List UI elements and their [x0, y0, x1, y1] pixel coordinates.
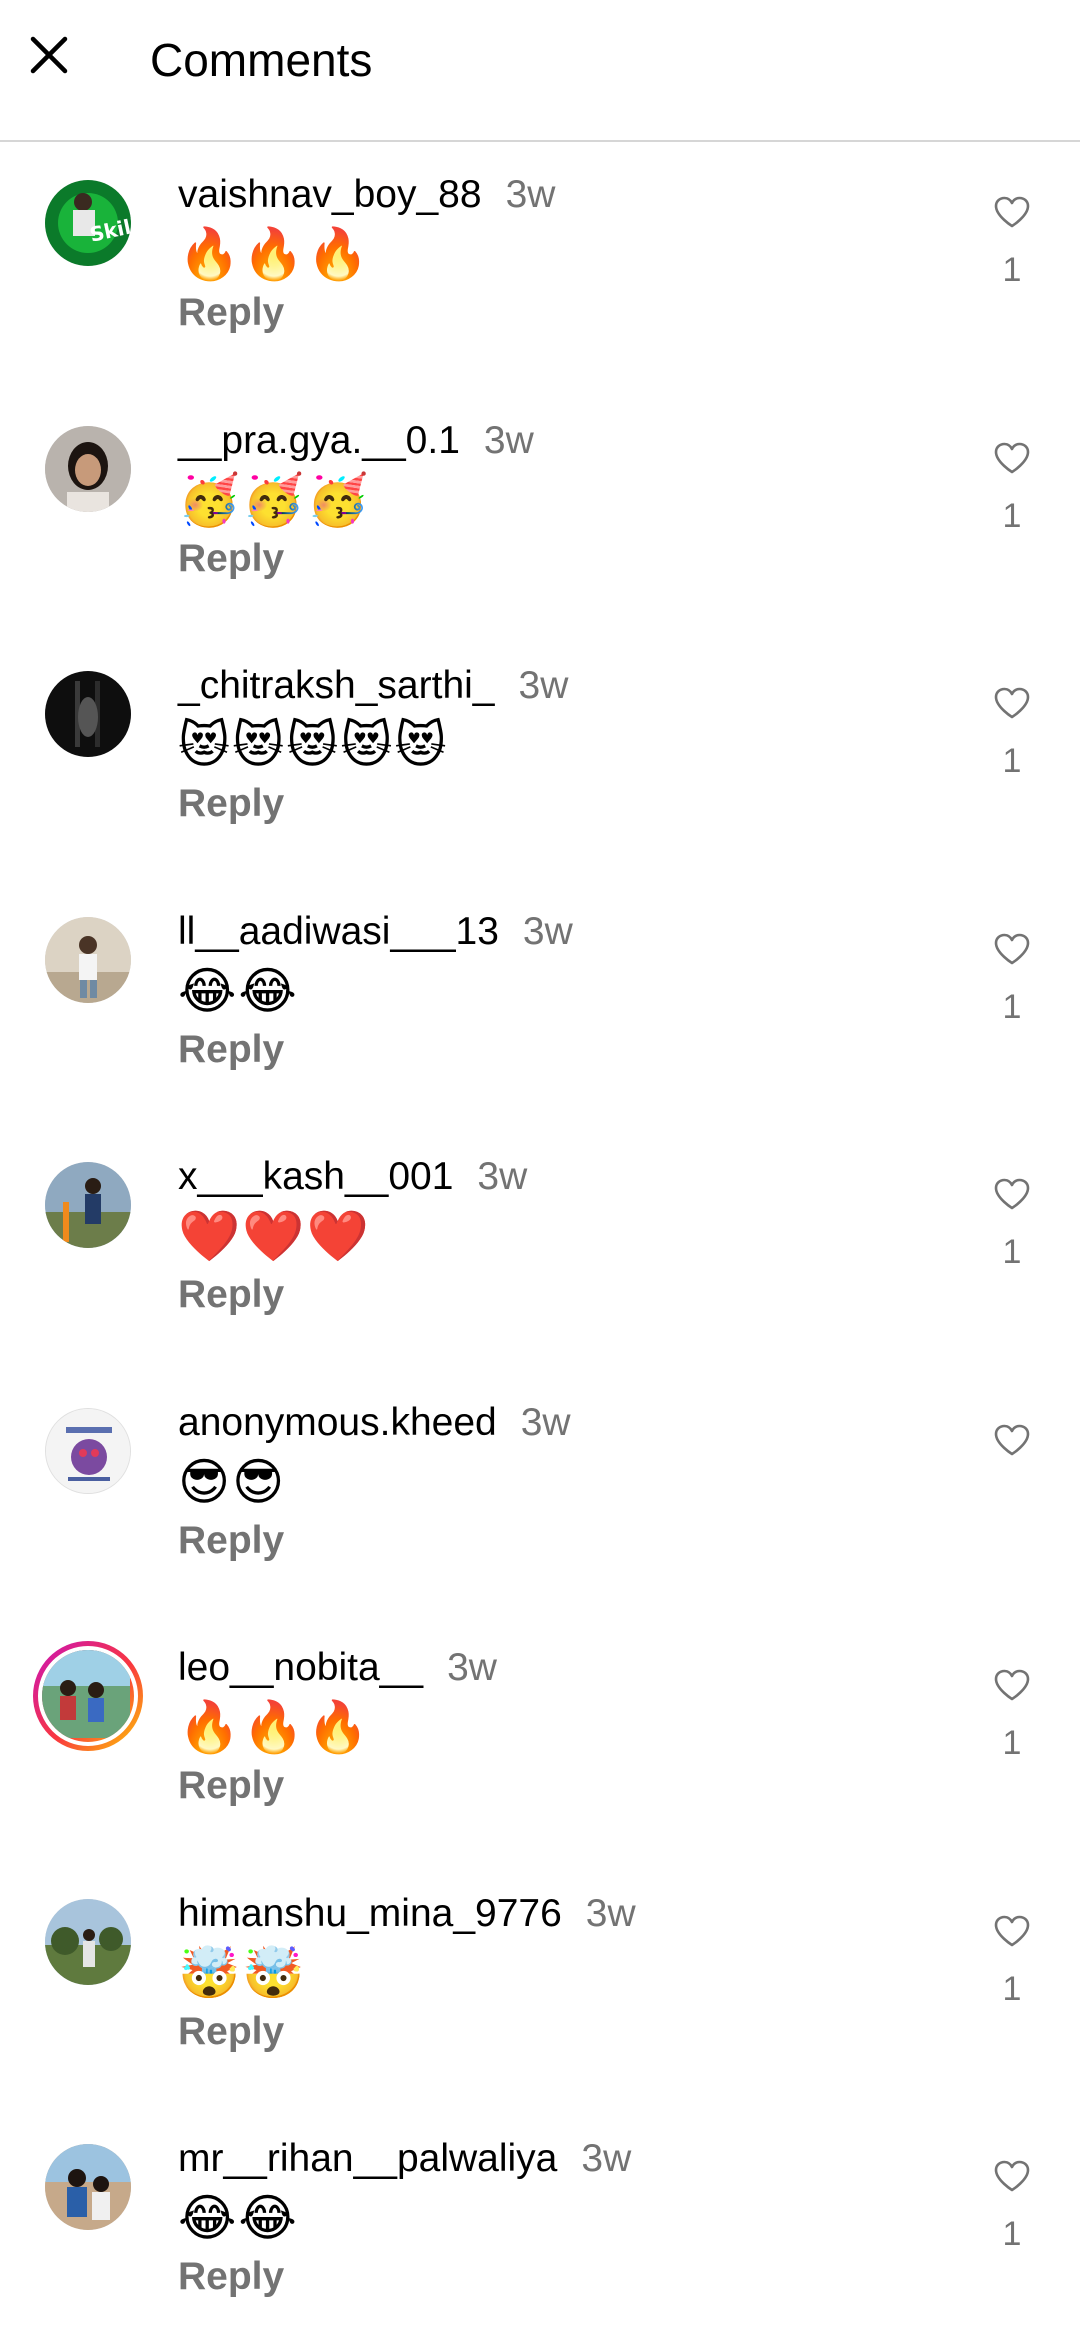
comment-item: __pra.gya.__0.1 3w 🥳🥳🥳 Reply 1	[0, 388, 1080, 634]
heart-icon	[994, 1915, 1030, 1946]
like-button[interactable]	[984, 1172, 1040, 1216]
comment-item: anonymous.kheed 3w 😎😎 Reply	[0, 1370, 1080, 1616]
comment-header: anonymous.kheed 3w	[178, 1398, 571, 1448]
like-button[interactable]	[984, 927, 1040, 971]
story-ring	[38, 1646, 138, 1746]
avatar[interactable]	[45, 916, 131, 1003]
like-count: 1	[1002, 496, 1022, 535]
timestamp: 3w	[518, 664, 569, 707]
comment-text: 🥳🥳🥳	[178, 470, 371, 529]
comment-header: x___kash__001 3w	[178, 1152, 527, 1202]
avatar[interactable]	[45, 671, 131, 757]
username[interactable]: _chitraksh_sarthi_	[178, 664, 495, 707]
like-count: 1	[1002, 1969, 1022, 2008]
timestamp: 3w	[522, 909, 573, 953]
comment-item: _chitraksh_sarthi_ 3w 😻😻😻😻😻 Reply 1	[0, 633, 1080, 879]
comment-item: ll__aadiwasi___13 3w 😂😂 Reply 1	[0, 879, 1080, 1125]
timestamp: 3w	[505, 173, 556, 216]
username[interactable]: himanshu_mina_9776	[178, 1892, 562, 1935]
heart-icon	[994, 1424, 1030, 1455]
heart-icon	[994, 1669, 1030, 1701]
comment-header: himanshu_mina_9776 3w	[178, 1889, 636, 1939]
like-button[interactable]	[984, 681, 1040, 725]
comments-header: Comments	[0, 0, 1080, 142]
avatar[interactable]	[45, 1898, 131, 1985]
heart-icon	[994, 2160, 1030, 2192]
reply-button[interactable]: Reply	[178, 1761, 284, 1811]
close-button[interactable]	[24, 30, 74, 80]
timestamp: 3w	[581, 2137, 632, 2180]
reply-button[interactable]: Reply	[178, 1025, 284, 1075]
username[interactable]: ll__aadiwasi___13	[178, 910, 499, 953]
comment-header: leo__nobita__ 3w	[178, 1643, 497, 1693]
avatar[interactable]	[45, 2144, 131, 2230]
username[interactable]: x___kash__001	[178, 1155, 453, 1198]
like-count: 1	[1002, 742, 1022, 780]
heart-icon	[994, 442, 1030, 473]
comment-header: __pra.gya.__0.1 3w	[178, 416, 534, 466]
heart-icon	[994, 1178, 1030, 1210]
comment-text: 😻😻😻😻😻	[178, 716, 449, 774]
like-button[interactable]	[984, 2154, 1040, 2198]
timestamp: 3w	[585, 1891, 636, 1935]
reply-button[interactable]: Reply	[178, 2007, 284, 2057]
comment-text: 🤯🤯	[178, 1943, 307, 2002]
reply-button[interactable]: Reply	[178, 779, 284, 829]
comment-text: ❤️❤️❤️	[178, 1207, 371, 1265]
like-button[interactable]	[984, 1418, 1040, 1462]
comment-text: 😎😎	[178, 1452, 287, 1511]
like-button[interactable]	[984, 1909, 1040, 1953]
avatar[interactable]	[45, 1407, 131, 1494]
comment-item: himanshu_mina_9776 3w 🤯🤯 Reply 1	[0, 1861, 1080, 2107]
comment-text: 😂😂	[178, 2189, 299, 2247]
timestamp: 3w	[520, 1400, 571, 1444]
like-count: 1	[1002, 987, 1022, 1026]
reply-button[interactable]: Reply	[178, 2252, 284, 2302]
avatar[interactable]	[45, 425, 131, 512]
username[interactable]: leo__nobita__	[178, 1646, 423, 1689]
page-title: Comments	[150, 34, 373, 86]
comment-header: ll__aadiwasi___13 3w	[178, 907, 573, 957]
comment-header: mr__rihan__palwaliya 3w	[178, 2134, 631, 2184]
comment-header: vaishnav_boy_88 3w	[178, 170, 555, 220]
like-button[interactable]	[984, 436, 1040, 480]
comment-item: Skill vaishnav_boy_88 3w 🔥🔥🔥 Reply 1	[0, 142, 1080, 388]
username[interactable]: mr__rihan__palwaliya	[178, 2137, 557, 2180]
timestamp: 3w	[477, 1155, 528, 1198]
like-button[interactable]	[984, 190, 1040, 234]
like-count: 1	[1002, 1724, 1022, 1762]
like-count: 1	[1002, 251, 1022, 289]
comment-item: mr__rihan__palwaliya 3w 😂😂 Reply 1	[0, 2106, 1080, 2352]
username[interactable]: __pra.gya.__0.1	[178, 419, 460, 462]
like-count: 1	[1002, 1233, 1022, 1271]
timestamp: 3w	[447, 1646, 497, 1689]
heart-icon	[994, 196, 1030, 228]
comment-header: _chitraksh_sarthi_ 3w	[178, 661, 568, 711]
reply-button[interactable]: Reply	[178, 1516, 284, 1566]
comment-item: leo__nobita__ 3w 🔥🔥🔥 Reply 1	[0, 1615, 1080, 1861]
avatar[interactable]	[45, 1162, 131, 1248]
timestamp: 3w	[483, 418, 534, 462]
reply-button[interactable]: Reply	[178, 1270, 284, 1320]
like-button[interactable]	[984, 1663, 1040, 1707]
heart-icon	[994, 687, 1030, 719]
comment-text: 🔥🔥🔥	[178, 1698, 371, 1756]
username[interactable]: anonymous.kheed	[178, 1401, 497, 1444]
heart-icon	[994, 933, 1030, 964]
close-icon	[30, 36, 68, 74]
like-count: 1	[1002, 2215, 1022, 2253]
avatar[interactable]: Skill	[45, 180, 131, 266]
comment-text: 😂😂	[178, 961, 299, 1020]
comment-text: 🔥🔥🔥	[178, 225, 371, 283]
username[interactable]: vaishnav_boy_88	[178, 173, 482, 216]
comment-item: x___kash__001 3w ❤️❤️❤️ Reply 1	[0, 1124, 1080, 1370]
comments-list: Skill vaishnav_boy_88 3w 🔥🔥🔥 Reply 1 __pr…	[0, 142, 1080, 2352]
reply-button[interactable]: Reply	[178, 534, 284, 584]
reply-button[interactable]: Reply	[178, 288, 284, 338]
avatar[interactable]	[33, 1641, 143, 1751]
